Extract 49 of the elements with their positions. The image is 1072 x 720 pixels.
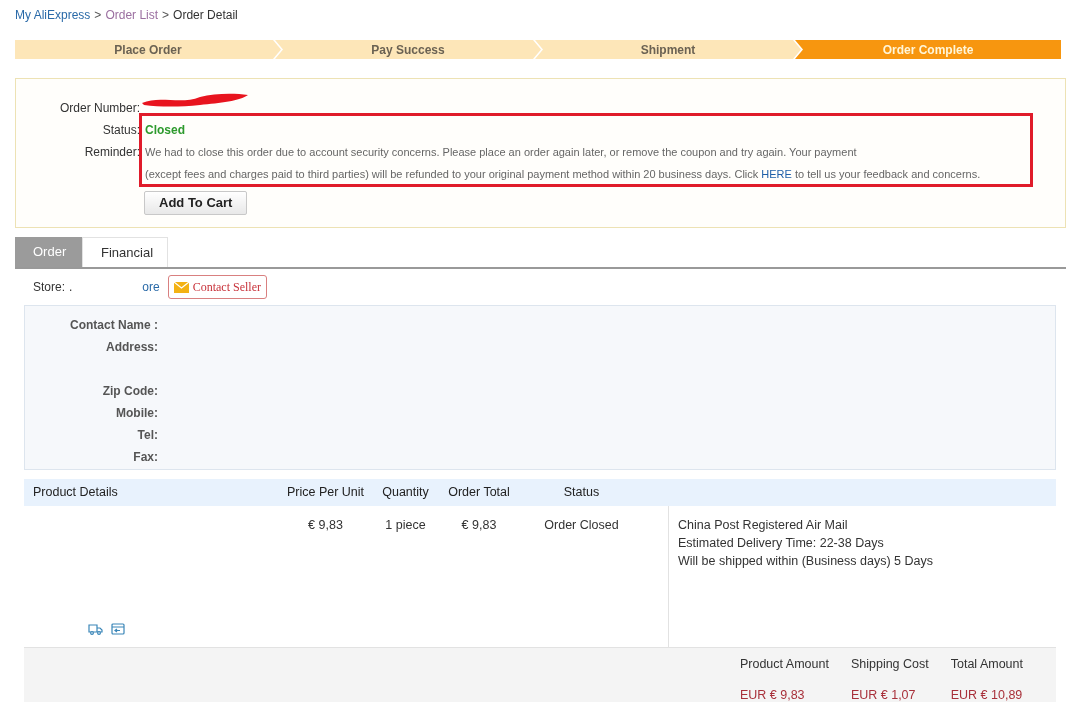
table-cell: € 9,83 [461,518,497,532]
shipping-info: Estimated Delivery Time: 22-38 Days [678,535,885,552]
column-header: Quantity [381,484,430,502]
breadcrumb-current: Order Detail [173,7,238,24]
address-label: Tel: [137,428,158,442]
here-link[interactable]: HERE [761,168,792,180]
reminder-text: (except fees and charges paid to third parties) will be refunded to your original payment method within 20 business days. Click HERE to tell us your feedback and concerns. [145,167,982,182]
contact-seller-button[interactable]: Contact Seller [167,275,268,299]
progress-step: Place Order [15,40,281,59]
tab[interactable]: Financial [82,237,168,267]
progress-step: Pay Success [275,40,541,59]
breadcrumb-link[interactable]: Order List [105,6,159,24]
reminder-text: We had to close this order due to account security concerns. Please place an order again later, or remove the coupon and try again. Your payment [145,145,858,160]
address-label: Fax: [133,450,158,464]
summary-value: EUR € 9,83 [739,686,806,704]
store-label: Store: [33,279,65,296]
envelope-icon [173,281,189,293]
table-cell: 1 piece [385,518,426,532]
truck-icon [88,623,103,635]
summary-label: Shipping Cost [850,656,929,673]
store-name: . [69,279,73,296]
column-header: Price Per Unit [285,484,366,502]
table-cell: Order Closed [544,518,619,532]
breadcrumb-separator: > [162,7,170,24]
status-value: Closed [144,122,186,139]
add-to-cart-button[interactable]: Add To Cart [144,191,248,215]
address-label: Address: [106,340,158,354]
address-label: Zip Code: [102,384,158,398]
address-label: Contact Name : [70,318,158,332]
column-header: Order Total [447,484,511,502]
column-header: Product Details [32,484,119,502]
summary-label: Total Amount [950,656,1023,673]
field-label: Reminder: [83,144,140,161]
table-cell: € 9,83 [308,518,343,532]
breadcrumb-link[interactable]: My AliExpress [15,6,91,24]
store-link[interactable]: ore [142,278,160,296]
progress-step: Order Complete [795,40,1061,59]
column-header: Status [562,484,601,502]
card-icon [111,623,125,635]
progress-step: Shipment [535,40,801,59]
shipping-info: Will be shipped within (Business days) 5 Days [678,553,934,570]
summary-value: EUR € 1,07 [850,686,917,704]
field-label: Order Number: [58,100,140,117]
shipping-info: China Post Registered Air Mail [678,517,849,534]
field-label: Status: [101,122,140,139]
address-label: Mobile: [116,406,158,420]
breadcrumb-separator: > [94,7,102,24]
summary-value: EUR € 10,89 [950,686,1023,704]
summary-label: Product Amount [739,656,829,673]
